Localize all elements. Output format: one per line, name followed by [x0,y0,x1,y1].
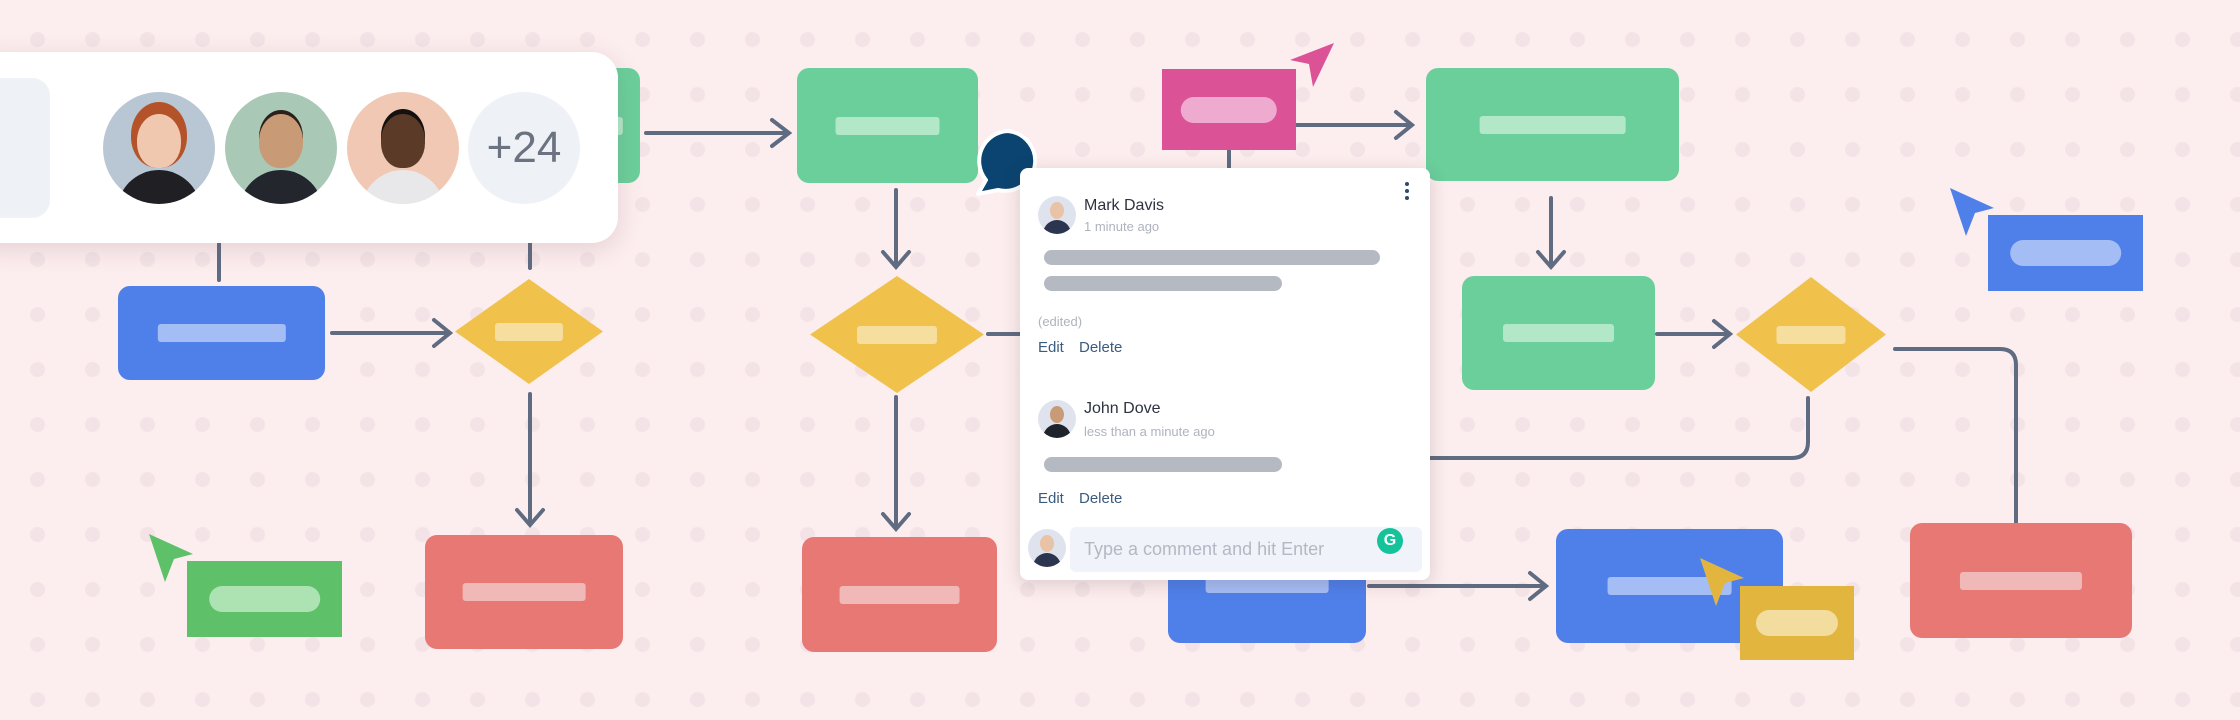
terminal-node[interactable] [802,537,997,652]
comment-text-placeholder [1044,276,1282,291]
sticky-text-placeholder [1755,610,1839,636]
node-label-placeholder [835,116,940,135]
node-label-placeholder [1502,324,1615,342]
sticky-text-placeholder [2009,240,2122,266]
avatar [1038,196,1076,234]
decision-node[interactable] [810,276,984,393]
cursor-pointer-icon [149,534,193,582]
decision-node[interactable] [455,279,603,384]
comment-input[interactable] [1070,527,1422,572]
node-label-placeholder [1959,571,2083,590]
avatar [1038,400,1076,438]
edited-label: (edited) [1038,314,1083,329]
node-label-placeholder [1776,325,1846,344]
comment-thread-panel: Mark Davis 1 minute ago (edited) Edit De… [1020,168,1430,580]
node-label-placeholder [1479,115,1626,134]
node-label-placeholder [494,322,564,341]
sticky-note[interactable] [1740,586,1854,660]
delete-link[interactable]: Delete [1079,339,1122,356]
current-user-avatar [1028,529,1066,567]
comment-time: less than a minute ago [1084,424,1215,439]
edit-link[interactable]: Edit [1038,339,1064,356]
decision-node[interactable] [1736,277,1886,392]
comment-text-placeholder [1044,250,1380,265]
terminal-node[interactable] [1910,523,2132,638]
sticky-text-placeholder [208,586,321,612]
sticky-note[interactable] [187,561,342,637]
avatar[interactable] [347,92,459,204]
node-label-placeholder [839,585,960,604]
collaborators-panel: +24 [0,52,618,243]
comment-text-placeholder [1044,457,1282,472]
cursor-pointer-icon [1950,188,1994,236]
sticky-note[interactable] [1988,215,2143,291]
delete-link[interactable]: Delete [1079,490,1122,507]
terminal-node[interactable] [425,535,623,649]
node-label-placeholder [157,324,286,342]
cursor-pointer-icon [1290,43,1334,87]
more-collaborators-badge[interactable]: +24 [468,92,580,204]
node-label-placeholder [856,325,938,344]
comment-time: 1 minute ago [1084,219,1160,234]
connector [1428,396,1810,460]
grammarly-icon[interactable]: G [1377,528,1403,554]
comment-author: John Dove [1084,400,1161,417]
process-node[interactable] [797,68,978,183]
process-node[interactable] [1426,68,1679,181]
sticky-text-placeholder [1180,96,1278,123]
edit-link[interactable]: Edit [1038,490,1064,507]
comment-author: Mark Davis [1084,197,1165,214]
process-node[interactable] [1462,276,1655,390]
avatar[interactable] [225,92,337,204]
node-label-placeholder [462,583,586,601]
sticky-note[interactable] [1162,69,1296,150]
panel-side-tab[interactable] [0,78,50,218]
avatar[interactable] [103,92,215,204]
more-options-icon[interactable] [1404,182,1410,204]
cursor-pointer-icon [1700,558,1744,606]
process-node[interactable] [118,286,325,380]
